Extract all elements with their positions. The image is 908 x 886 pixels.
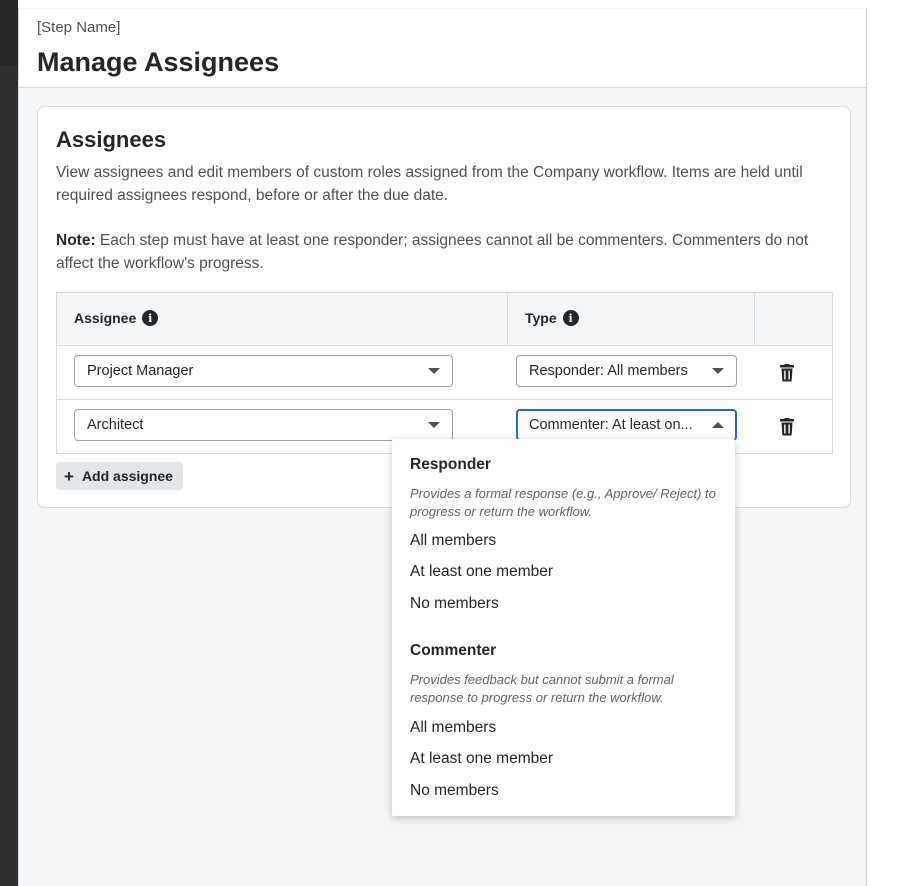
card-description: View assignees and edit members of custo… [56,164,803,204]
assignees-table: Assignee i Type i Project Manager Respon… [56,292,833,454]
background-right [867,0,908,886]
chevron-down-icon [428,422,440,428]
table-header: Assignee i Type i [57,293,832,346]
dropdown-option-commenter-none[interactable]: No members [410,782,499,800]
dropdown-group-description: Provides a formal response (e.g., Approv… [410,486,716,519]
note-text: Each step must have at least one respond… [56,232,809,272]
panel-header: [Step Name] Manage Assignees [19,9,866,88]
info-icon[interactable]: i [142,310,159,326]
dropdown-group-description: Provides feedback but cannot submit a fo… [410,672,674,705]
column-header-type-label: Type [525,310,557,326]
trash-icon[interactable] [779,364,795,382]
type-dropdown-menu: Responder Provides a formal response (e.… [392,439,735,816]
assignee-select[interactable]: Architect [74,409,453,441]
assignee-select[interactable]: Project Manager [74,355,453,387]
chevron-down-icon [712,368,724,374]
type-select[interactable]: Commenter: At least on... [516,409,737,441]
trash-icon[interactable] [779,418,795,436]
dropdown-option-commenter-at-least-one[interactable]: At least one member [410,750,553,768]
info-icon[interactable]: i [562,310,579,326]
background-app-header [0,0,18,66]
page-title: Manage Assignees [37,47,280,77]
card-note: Note: Each step must have at least one r… [56,229,846,275]
column-header-assignee: Assignee i [74,310,159,326]
table-row: Project Manager Responder: All members [57,346,832,400]
note-label: Note: [56,232,96,249]
add-assignee-button[interactable]: + Add assignee [56,462,183,490]
column-header-type: Type i [525,310,579,326]
dropdown-option-responder-all[interactable]: All members [410,532,496,550]
add-assignee-label: Add assignee [81,468,173,484]
dropdown-group-title: Commenter [410,642,497,659]
dropdown-option-responder-at-least-one[interactable]: At least one member [410,563,553,581]
card-title: Assignees [56,127,167,152]
column-divider [507,293,508,346]
dropdown-group-title: Responder [410,456,491,473]
chevron-up-icon [712,422,724,428]
assignee-select-value: Project Manager [87,363,194,379]
column-divider [754,293,755,346]
step-name: [Step Name] [37,19,121,36]
column-header-assignee-label: Assignee [74,310,137,326]
chevron-down-icon [428,368,440,374]
dropdown-option-responder-none[interactable]: No members [410,595,499,613]
type-select-value: Responder: All members [529,363,688,379]
plus-icon: + [64,466,74,486]
assignee-select-value: Architect [87,417,144,433]
background-app [0,0,18,886]
dropdown-option-commenter-all[interactable]: All members [410,719,496,737]
type-select-value: Commenter: At least on... [529,417,693,433]
type-select[interactable]: Responder: All members [516,355,737,387]
